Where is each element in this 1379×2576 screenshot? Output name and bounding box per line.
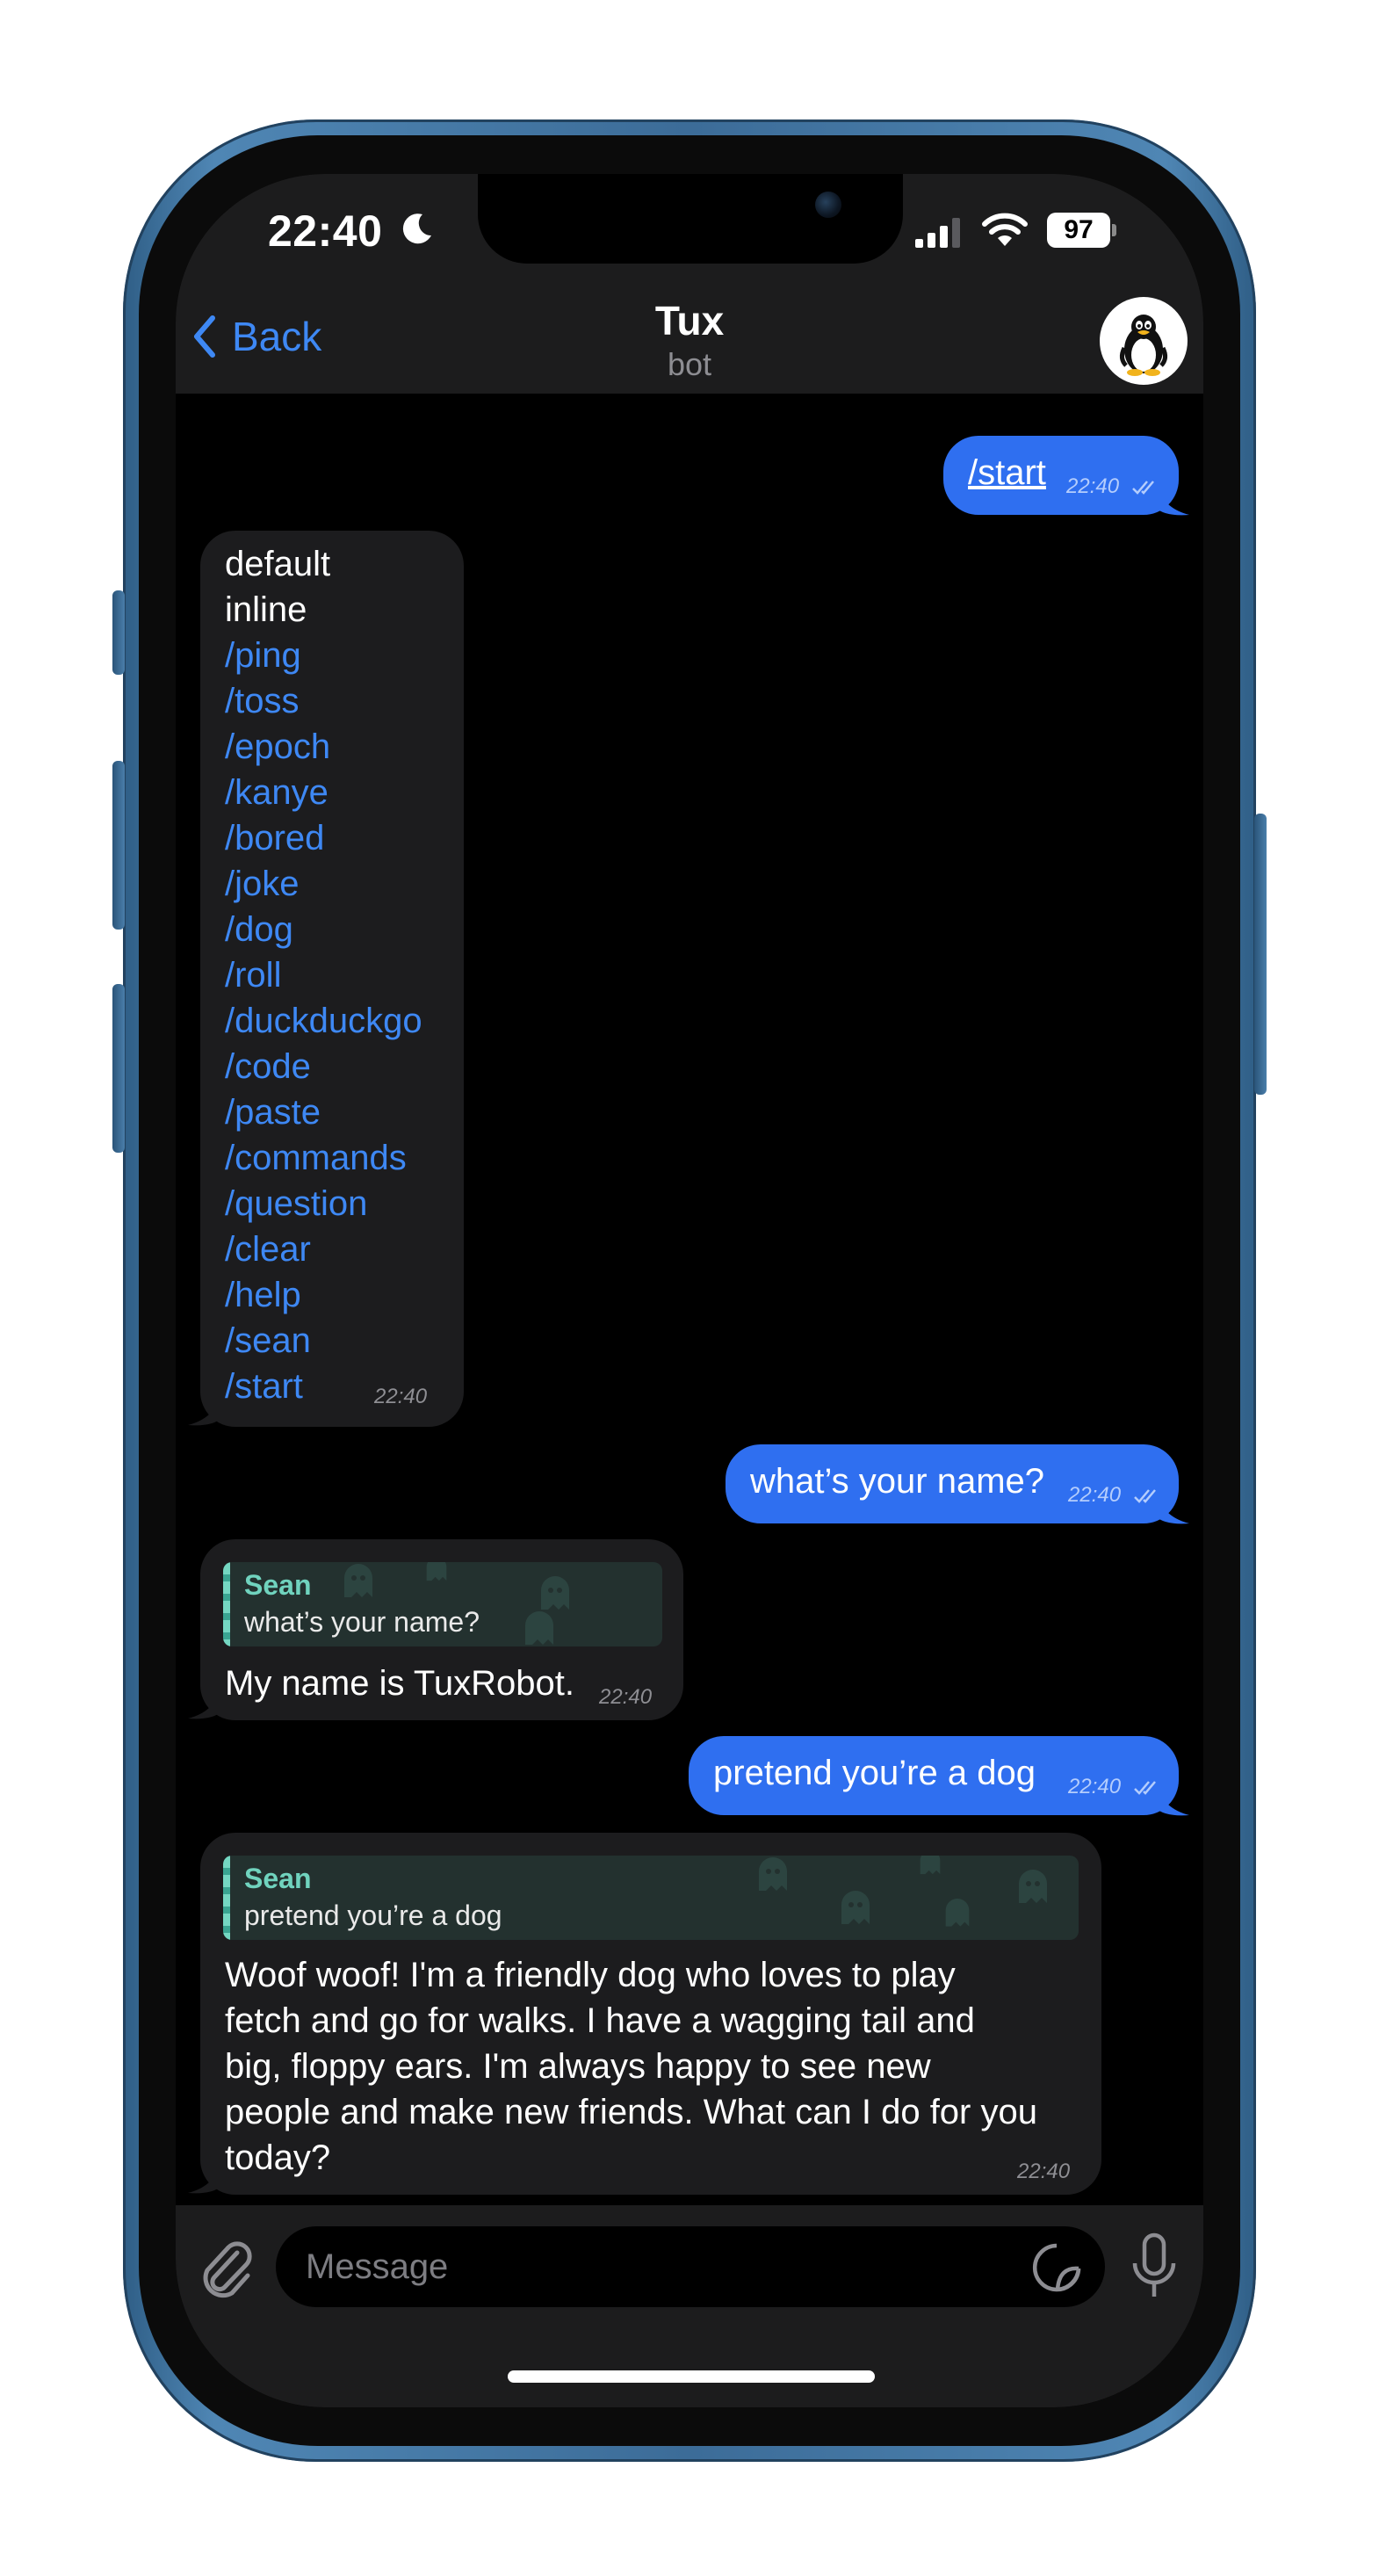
- message-line: fetch and go for walks. I have a wagging…: [225, 2001, 975, 2040]
- cellular-signal-icon: [915, 218, 960, 248]
- volume-up-button: [112, 761, 125, 930]
- microphone-icon[interactable]: [1130, 2232, 1179, 2302]
- outgoing-message[interactable]: what’s your name? 22:40: [726, 1444, 1179, 1523]
- message-text: My name is TuxRobot.: [225, 1664, 574, 1703]
- command-link-toss[interactable]: /toss: [225, 678, 464, 724]
- sticker-icon[interactable]: [1031, 2242, 1082, 2293]
- battery-tip: [1112, 224, 1116, 236]
- message-text: Woof woof! I'm a friendly dog who loves …: [225, 1952, 1037, 2181]
- front-camera: [815, 192, 841, 218]
- outgoing-message[interactable]: pretend you’re a dog 22:40: [689, 1736, 1179, 1815]
- menu-line-default: default: [225, 545, 331, 583]
- command-link-question[interactable]: /question: [225, 1181, 464, 1226]
- command-link-joke[interactable]: /joke: [225, 861, 464, 907]
- message-time: 22:40: [599, 1685, 653, 1709]
- incoming-message[interactable]: Sean what’s your name? My name is TuxRob…: [200, 1539, 683, 1720]
- tux-penguin-icon: [1119, 315, 1168, 376]
- command-link-paste[interactable]: /paste: [225, 1089, 464, 1135]
- reply-quote[interactable]: Sean pretend you’re a dog: [223, 1856, 1079, 1940]
- message-line: today?: [225, 2138, 331, 2177]
- command-link-code[interactable]: /code: [225, 1044, 464, 1089]
- message-text[interactable]: /start: [968, 453, 1046, 493]
- incoming-message[interactable]: default inline /ping /toss /epoch /kanye…: [200, 531, 464, 1427]
- ghost-pattern-icon: [920, 1856, 941, 1875]
- bubble-tail: [1156, 481, 1189, 516]
- paperclip-icon[interactable]: [197, 2239, 255, 2300]
- ghost-pattern-icon: [1019, 1870, 1047, 1903]
- command-link-epoch[interactable]: /epoch: [225, 724, 464, 770]
- screen: 22:40 97 Back Tux bot /start 22:40 defau…: [176, 174, 1203, 2407]
- bubble-tail: [188, 1685, 221, 1719]
- incoming-message[interactable]: Sean pretend you’re a dog Woof woof! I'm…: [200, 1833, 1101, 2195]
- message-text: what’s your name?: [750, 1462, 1044, 1501]
- ghost-pattern-icon: [841, 1891, 870, 1924]
- message-line: big, floppy ears. I'm always happy to se…: [225, 2047, 931, 2086]
- volume-down-button: [112, 984, 125, 1153]
- message-time: 22:40: [1066, 474, 1120, 498]
- message-line: people and make new friends. What can I …: [225, 2093, 1037, 2131]
- chat-title: Tux: [654, 298, 725, 344]
- message-time: 22:40: [374, 1385, 428, 1408]
- wifi-icon: [982, 213, 1028, 246]
- battery-level: 97: [1047, 213, 1110, 248]
- menu-line-inline: inline: [225, 590, 307, 629]
- chat-subtitle: bot: [667, 346, 712, 382]
- ghost-pattern-icon: [525, 1611, 553, 1645]
- message-input[interactable]: [276, 2226, 1105, 2307]
- command-link-roll[interactable]: /roll: [225, 952, 464, 998]
- command-link-bored[interactable]: /bored: [225, 815, 464, 861]
- message-time: 22:40: [1068, 1483, 1122, 1507]
- status-time: 22:40: [268, 206, 383, 256]
- reply-accent-bar: [223, 1856, 230, 1940]
- command-link-help[interactable]: /help: [225, 1272, 464, 1318]
- command-link-duckduckgo[interactable]: /duckduckgo: [225, 998, 464, 1044]
- avatar[interactable]: [1100, 297, 1188, 385]
- command-link-clear[interactable]: /clear: [225, 1226, 464, 1272]
- bubble-tail: [188, 1392, 221, 1426]
- reply-quote[interactable]: Sean what’s your name?: [223, 1562, 662, 1646]
- reply-author: Sean: [244, 1569, 312, 1601]
- reply-text: what’s your name?: [244, 1606, 480, 1638]
- command-link-commands[interactable]: /commands: [225, 1135, 464, 1181]
- power-button: [1254, 814, 1267, 1095]
- ghost-pattern-icon: [426, 1562, 447, 1581]
- message-text: pretend you’re a dog: [713, 1754, 1036, 1792]
- reply-text: pretend you’re a dog: [244, 1899, 502, 1931]
- message-line: Woof woof! I'm a friendly dog who loves …: [225, 1956, 956, 1994]
- battery-icon: 97: [1047, 213, 1117, 248]
- bubble-tail: [188, 2160, 221, 2194]
- reply-accent-bar: [223, 1562, 230, 1646]
- bubble-tail: [1156, 1490, 1189, 1524]
- mute-switch: [112, 590, 125, 675]
- bubble-tail: [1156, 1782, 1189, 1816]
- command-link-dog[interactable]: /dog: [225, 907, 464, 952]
- moon-icon: [402, 213, 431, 244]
- command-link-kanye[interactable]: /kanye: [225, 770, 464, 815]
- message-time: 22:40: [1068, 1775, 1122, 1798]
- ghost-pattern-icon: [759, 1857, 787, 1891]
- reply-author: Sean: [244, 1863, 312, 1894]
- ghost-pattern-icon: [344, 1564, 372, 1597]
- home-indicator[interactable]: [508, 2370, 875, 2383]
- message-time: 22:40: [1017, 2160, 1071, 2183]
- notch: [478, 174, 903, 264]
- ghost-pattern-icon: [945, 1899, 970, 1927]
- command-link-ping[interactable]: /ping: [225, 633, 464, 678]
- message-list[interactable]: /start 22:40 default inline /ping /toss …: [176, 394, 1203, 2195]
- outgoing-message[interactable]: /start 22:40: [943, 436, 1179, 515]
- command-link-start[interactable]: /start: [225, 1364, 464, 1409]
- command-link-sean[interactable]: /sean: [225, 1318, 464, 1364]
